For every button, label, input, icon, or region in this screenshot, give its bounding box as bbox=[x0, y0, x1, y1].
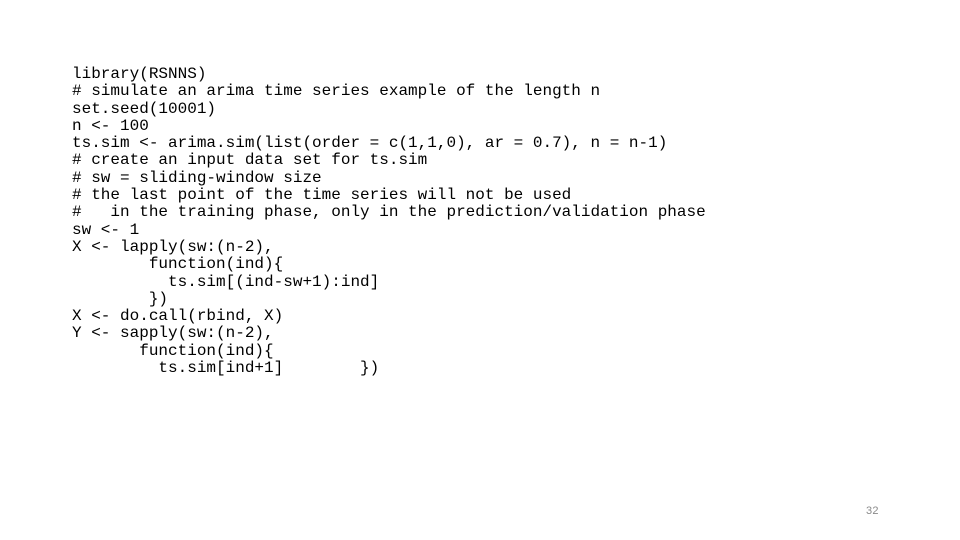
code-line: # create an input data set for ts.sim bbox=[72, 151, 428, 170]
code-line: set.seed(10001) bbox=[72, 99, 217, 118]
code-line: ts.sim[ind+1] }) bbox=[72, 359, 380, 378]
code-line: # in the training phase, only in the pre… bbox=[72, 203, 706, 222]
code-line: X <- lapply(sw:(n-2), bbox=[72, 237, 274, 256]
code-block: library(RSNNS) # simulate an arima time s… bbox=[72, 65, 932, 378]
page-number: 32 bbox=[866, 505, 879, 517]
code-line: ts.sim <- arima.sim(list(order = c(1,1,0… bbox=[72, 134, 668, 153]
code-line: ts.sim[(ind-sw+1):ind] bbox=[72, 272, 380, 291]
code-line: sw <- 1 bbox=[72, 220, 140, 239]
slide-canvas: library(RSNNS) # simulate an arima time s… bbox=[0, 0, 960, 540]
code-line: function(ind){ bbox=[72, 341, 274, 360]
code-line: library(RSNNS) bbox=[72, 65, 207, 83]
code-line: }) bbox=[72, 289, 169, 308]
code-line: # simulate an arima time series example … bbox=[72, 82, 601, 101]
code-line: function(ind){ bbox=[72, 255, 284, 274]
code-line: Y <- sapply(sw:(n-2), bbox=[72, 324, 274, 343]
code-line: # the last point of the time series will… bbox=[72, 186, 572, 205]
code-line: # sw = sliding-window size bbox=[72, 168, 322, 187]
code-line: X <- do.call(rbind, X) bbox=[72, 307, 284, 326]
code-line: n <- 100 bbox=[72, 116, 149, 135]
